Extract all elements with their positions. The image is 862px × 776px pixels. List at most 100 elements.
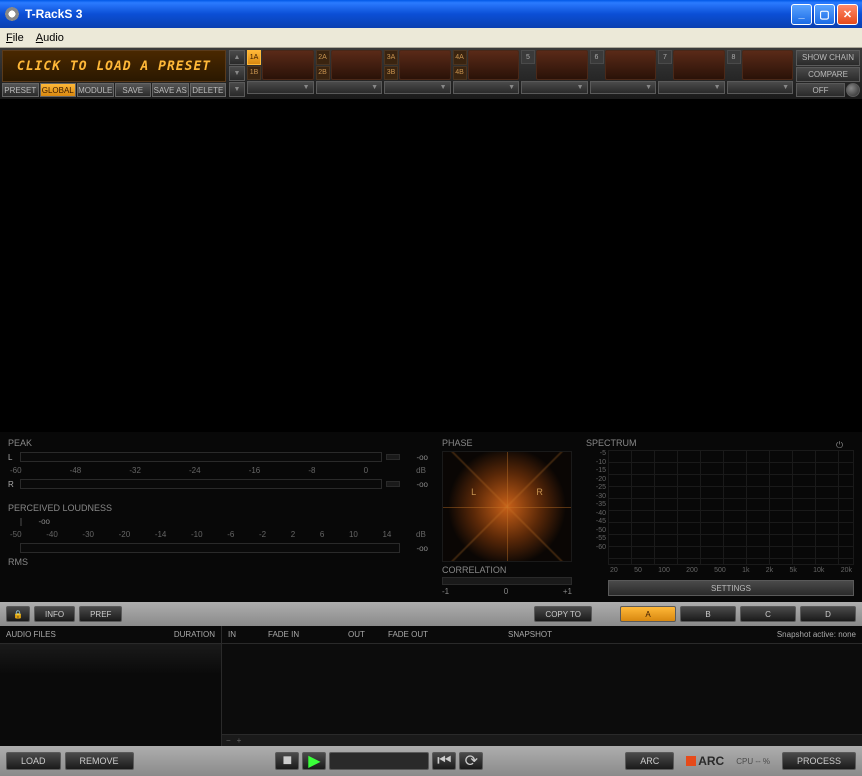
in-label: IN <box>222 630 262 639</box>
menu-file[interactable]: File <box>6 32 24 44</box>
loudness-meter <box>20 518 22 526</box>
slot-5-preview[interactable] <box>536 50 588 80</box>
peak-scale: -60-48-32-24-16-80dB <box>8 466 428 475</box>
slot-1-dropdown[interactable]: ▼ <box>247 81 314 94</box>
menu-audio[interactable]: Audio <box>36 32 64 44</box>
slot-3a[interactable]: 3A <box>384 50 398 65</box>
delete-button[interactable]: DELETE <box>190 83 227 97</box>
arc-logo: ARC <box>686 754 724 768</box>
correlation-meter <box>442 577 572 585</box>
snapshot-c-button[interactable]: C <box>740 606 796 622</box>
lock-button[interactable]: 🔒 <box>6 606 30 622</box>
peak-l-clip <box>386 454 400 460</box>
module-button[interactable]: MODULE <box>77 83 114 97</box>
expand-icon[interactable]: + <box>237 736 242 745</box>
snapshot-d-button[interactable]: D <box>800 606 856 622</box>
rewind-button[interactable]: ⏮ <box>432 752 456 770</box>
arc-button[interactable]: ARC <box>625 752 674 770</box>
duration-label: DURATION <box>174 630 215 639</box>
preset-display[interactable]: CLICK TO LOAD A PRESET <box>2 50 226 82</box>
slot-4-dropdown[interactable]: ▼ <box>453 81 520 94</box>
close-button[interactable]: ✕ <box>837 4 858 25</box>
fadein-label: FADE IN <box>262 630 342 639</box>
preset-down-button[interactable]: ▼ <box>229 66 245 81</box>
play-button[interactable]: ▶ <box>302 752 326 770</box>
rms-value: -oo <box>404 544 428 553</box>
slot-3b[interactable]: 3B <box>384 66 398 81</box>
phase-r: R <box>536 487 543 497</box>
bottom-toolbar: LOAD REMOVE ■ ▶ ⏮ ⟳ ARC ARC CPU -- % PRO… <box>0 746 862 776</box>
correlation-label: CORRELATION <box>442 565 572 575</box>
peak-l-value: -oo <box>404 453 428 462</box>
peak-r-clip <box>386 481 400 487</box>
maximize-button[interactable]: ▢ <box>814 4 835 25</box>
peak-l-meter <box>20 452 382 462</box>
timeline-view[interactable] <box>222 644 862 734</box>
process-button[interactable]: PROCESS <box>782 752 856 770</box>
slot-2b[interactable]: 2B <box>316 66 330 81</box>
snapshot-b-button[interactable]: B <box>680 606 736 622</box>
slot-8[interactable]: 8 <box>727 50 741 64</box>
slot-1b[interactable]: 1B <box>247 66 261 81</box>
slot-4-preview[interactable] <box>468 50 520 80</box>
stop-button[interactable]: ■ <box>275 752 299 770</box>
pref-button[interactable]: PREF <box>79 606 122 622</box>
loop-button[interactable]: ⟳ <box>459 752 483 770</box>
load-button[interactable]: LOAD <box>6 752 61 770</box>
slot-4a[interactable]: 4A <box>453 50 467 65</box>
output-knob[interactable] <box>846 83 860 97</box>
off-button[interactable]: OFF <box>796 83 845 97</box>
out-label: OUT <box>342 630 382 639</box>
global-button[interactable]: GLOBAL <box>40 83 77 97</box>
slot-1-preview[interactable] <box>262 50 314 80</box>
peak-r-value: -oo <box>404 480 428 489</box>
snapshot-active-label: Snapshot active: none <box>771 630 862 639</box>
spectrum-label: SPECTRUM <box>586 438 854 448</box>
slot-6[interactable]: 6 <box>590 50 604 64</box>
save-button[interactable]: SAVE <box>115 83 152 97</box>
slot-7[interactable]: 7 <box>658 50 672 64</box>
compare-button[interactable]: COMPARE <box>796 67 860 83</box>
loudness-value: -oo <box>26 517 50 526</box>
settings-button[interactable]: SETTINGS <box>608 580 854 596</box>
slot-6-dropdown[interactable]: ▼ <box>590 81 657 94</box>
peak-r-meter <box>20 479 382 489</box>
slot-5-dropdown[interactable]: ▼ <box>521 81 588 94</box>
slot-4b[interactable]: 4B <box>453 66 467 81</box>
preset-dropdown[interactable]: ▼ <box>229 82 245 97</box>
transport-display <box>329 752 429 770</box>
slot-7-dropdown[interactable]: ▼ <box>658 81 725 94</box>
snapshot-a-button[interactable]: A <box>620 606 676 622</box>
slot-2-dropdown[interactable]: ▼ <box>316 81 383 94</box>
audiofiles-label: AUDIO FILES <box>6 630 56 639</box>
slot-3-preview[interactable] <box>399 50 451 80</box>
copyto-button[interactable]: COPY TO <box>534 606 592 622</box>
slot-8-preview[interactable] <box>742 50 794 80</box>
slot-6-preview[interactable] <box>605 50 657 80</box>
slot-2a[interactable]: 2A <box>316 50 330 65</box>
info-button[interactable]: INFO <box>34 606 75 622</box>
collapse-icon[interactable]: − <box>226 736 231 745</box>
slot-1a[interactable]: 1A <box>247 50 261 65</box>
audiofiles-list[interactable] <box>0 644 221 746</box>
titlebar: T-RackS 3 _ ▢ ✕ <box>0 0 862 28</box>
meters-panel: PEAK L-oo -60-48-32-24-16-80dB R-oo PERC… <box>0 432 862 602</box>
slot-chain: 1A1B▼ 2A2B▼ 3A3B▼ 4A4B▼ 5▼ 6▼ 7▼ 8▼ <box>246 48 794 99</box>
main-view <box>0 100 862 432</box>
phase-scope: L R <box>442 451 572 562</box>
slot-5[interactable]: 5 <box>521 50 535 64</box>
phase-l: L <box>471 487 476 497</box>
saveas-button[interactable]: SAVE AS <box>152 83 189 97</box>
spectrum-x-axis: 20501002005001k2k5k10k20k <box>608 567 854 574</box>
slot-3-dropdown[interactable]: ▼ <box>384 81 451 94</box>
slot-7-preview[interactable] <box>673 50 725 80</box>
preset-up-button[interactable]: ▲ <box>229 50 245 65</box>
timeline-footer: −+ <box>222 734 862 746</box>
menubar: File Audio <box>0 28 862 48</box>
minimize-button[interactable]: _ <box>791 4 812 25</box>
showchain-button[interactable]: SHOW CHAIN <box>796 50 860 66</box>
slot-8-dropdown[interactable]: ▼ <box>727 81 794 94</box>
remove-button[interactable]: REMOVE <box>65 752 134 770</box>
preset-button[interactable]: PRESET <box>2 83 39 97</box>
slot-2-preview[interactable] <box>331 50 383 80</box>
